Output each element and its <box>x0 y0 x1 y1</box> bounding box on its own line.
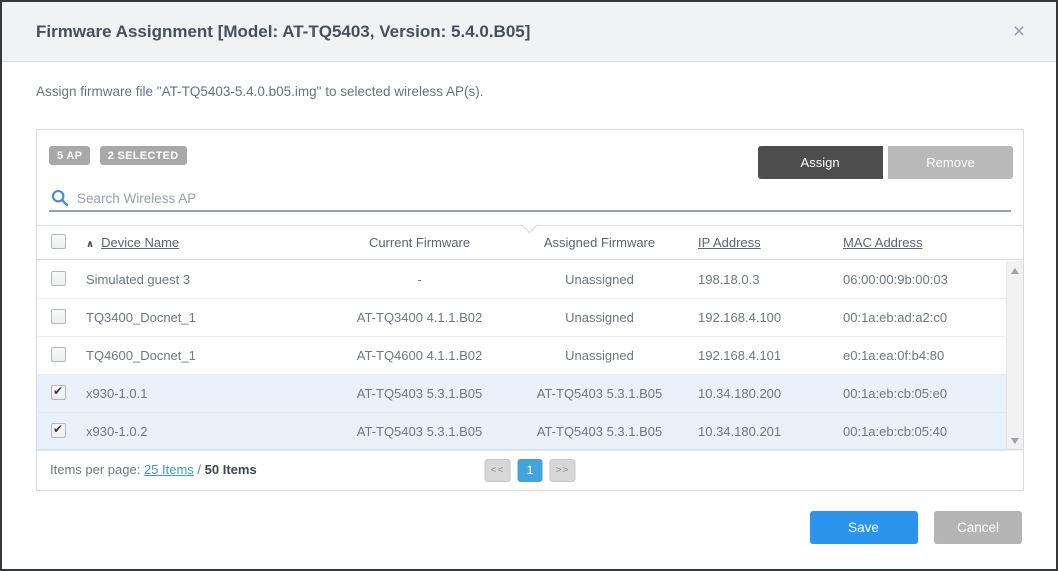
current-firmware: AT-TQ3400 4.1.1.B02 <box>332 310 507 325</box>
device-name: TQ3400_Docnet_1 <box>75 310 332 325</box>
mac-address: 06:00:00:9b:00:03 <box>837 272 1023 287</box>
table-row[interactable]: x930-1.0.1 AT-TQ5403 5.3.1.B05 AT-TQ5403… <box>37 375 1023 413</box>
assigned-firmware: AT-TQ5403 5.3.1.B05 <box>507 386 692 401</box>
assigned-firmware: Unassigned <box>507 310 692 325</box>
table-scrollbar[interactable] <box>1006 261 1023 451</box>
items-per-page-label: Items per page: <box>50 462 140 477</box>
sort-ascending-icon: ∧ <box>86 239 94 250</box>
total-items-label: 50 Items <box>205 462 257 477</box>
search-bar <box>49 186 1011 212</box>
header-checkbox-cell <box>37 234 75 252</box>
current-firmware: AT-TQ5403 5.3.1.B05 <box>332 386 507 401</box>
col-assigned-firmware: Assigned Firmware <box>507 235 692 250</box>
pagination: << 1 >> <box>485 459 576 482</box>
remove-button[interactable]: Remove <box>888 146 1013 179</box>
device-name: Simulated guest 3 <box>75 272 332 287</box>
search-icon <box>51 189 69 207</box>
assigned-firmware: Unassigned <box>507 348 692 363</box>
separator: / <box>194 462 205 477</box>
items-per-page: Items per page: 25 Items / 50 Items <box>50 462 257 477</box>
assign-button[interactable]: Assign <box>758 146 883 179</box>
cancel-button[interactable]: Cancel <box>934 511 1022 544</box>
save-button[interactable]: Save <box>810 511 918 544</box>
dialog-header: Firmware Assignment [Model: AT-TQ5403, V… <box>2 2 1056 62</box>
table-row[interactable]: TQ4600_Docnet_1 AT-TQ4600 4.1.1.B02 Unas… <box>37 337 1023 375</box>
ip-address: 10.34.180.201 <box>692 424 837 439</box>
col-device-name[interactable]: ∧Device Name <box>75 235 332 250</box>
col-mac-address[interactable]: MAC Address <box>837 235 1023 250</box>
table-row[interactable]: TQ3400_Docnet_1 AT-TQ3400 4.1.1.B02 Unas… <box>37 299 1023 337</box>
ip-address: 10.34.180.200 <box>692 386 837 401</box>
row-checkbox[interactable] <box>51 271 66 286</box>
table-header-row: ∧Device Name Current Firmware Assigned F… <box>37 225 1023 260</box>
dialog-title: Firmware Assignment [Model: AT-TQ5403, V… <box>36 2 530 62</box>
selected-count-badge: 2 SELECTED <box>100 146 187 165</box>
current-firmware: AT-TQ4600 4.1.1.B02 <box>332 348 507 363</box>
mac-address: 00:1a:eb:ad:a2:c0 <box>837 310 1023 325</box>
row-checkbox[interactable] <box>51 309 66 324</box>
ap-selection-panel: 5 AP 2 SELECTED Assign Remove ∧Device Na… <box>36 129 1024 491</box>
ip-address: 192.168.4.100 <box>692 310 837 325</box>
table-row[interactable]: Simulated guest 3 - Unassigned 198.18.0.… <box>37 261 1023 299</box>
current-firmware: - <box>332 272 507 287</box>
row-checkbox[interactable] <box>51 423 66 438</box>
close-icon[interactable]: × <box>1006 19 1032 45</box>
device-name: x930-1.0.2 <box>75 424 332 439</box>
mac-address: 00:1a:eb:cb:05:e0 <box>837 386 1023 401</box>
mac-address: e0:1a:ea:0f:b4:80 <box>837 348 1023 363</box>
current-page-button[interactable]: 1 <box>518 459 543 482</box>
row-checkbox[interactable] <box>51 385 66 400</box>
row-checkbox[interactable] <box>51 347 66 362</box>
search-input[interactable] <box>77 186 1007 210</box>
ip-address: 198.18.0.3 <box>692 272 837 287</box>
current-firmware: AT-TQ5403 5.3.1.B05 <box>332 424 507 439</box>
dialog-description: Assign firmware file "AT-TQ5403-5.4.0.b0… <box>36 84 484 99</box>
next-page-button[interactable]: >> <box>550 459 576 482</box>
scroll-down-icon[interactable] <box>1007 433 1023 449</box>
device-name: TQ4600_Docnet_1 <box>75 348 332 363</box>
col-ip-address[interactable]: IP Address <box>692 235 837 250</box>
assign-remove-group: Assign Remove <box>758 146 1013 179</box>
ip-address: 192.168.4.101 <box>692 348 837 363</box>
table-body: Simulated guest 3 - Unassigned 198.18.0.… <box>37 261 1023 451</box>
table-footer: Items per page: 25 Items / 50 Items << 1… <box>37 449 1023 490</box>
ap-count-badge: 5 AP <box>49 146 90 165</box>
device-name: x930-1.0.1 <box>75 386 332 401</box>
dialog-actions: Save Cancel <box>810 511 1022 544</box>
assigned-firmware: Unassigned <box>507 272 692 287</box>
scroll-up-icon[interactable] <box>1007 263 1023 279</box>
chevron-down-notch <box>522 218 538 234</box>
firmware-assignment-dialog: Firmware Assignment [Model: AT-TQ5403, V… <box>0 0 1058 571</box>
table-row[interactable]: x930-1.0.2 AT-TQ5403 5.3.1.B05 AT-TQ5403… <box>37 413 1023 451</box>
col-current-firmware: Current Firmware <box>332 235 507 250</box>
count-badges: 5 AP 2 SELECTED <box>49 146 192 165</box>
mac-address: 00:1a:eb:cb:05:40 <box>837 424 1023 439</box>
select-all-checkbox[interactable] <box>51 234 66 249</box>
assigned-firmware: AT-TQ5403 5.3.1.B05 <box>507 424 692 439</box>
prev-page-button[interactable]: << <box>485 459 511 482</box>
per-page-link[interactable]: 25 Items <box>144 462 194 477</box>
